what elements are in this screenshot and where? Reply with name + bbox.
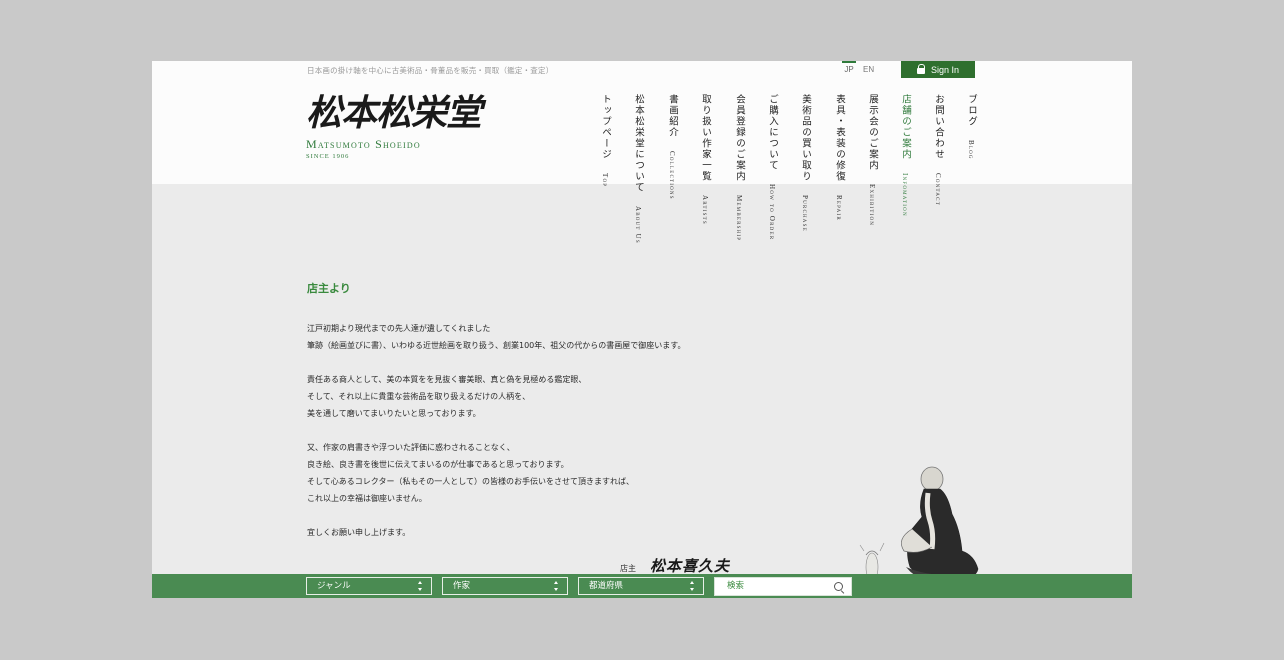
nav-label-en: About Us — [634, 206, 642, 244]
search-placeholder: 検索 — [727, 581, 745, 591]
artist-select-label: 作家 — [453, 581, 471, 591]
text-line: これ以上の幸福は御座いません。 — [307, 494, 427, 503]
nav-label-ja: トップページ — [600, 94, 611, 160]
nav-item-membership[interactable]: 会員登録のご案内 Membership — [730, 94, 749, 241]
logo-english: Matsumoto Shoeido — [306, 137, 421, 151]
sign-in-label: Sign In — [930, 64, 960, 75]
nav-label-en: Top — [601, 173, 609, 188]
nav-item-repair[interactable]: 表具・表装の修復 Repair — [830, 94, 849, 221]
logo-kanji: 松本松栄堂 — [306, 92, 482, 134]
nav-label-en: Repair — [835, 195, 843, 221]
nav-label-ja: 表具・表装の修復 — [834, 94, 845, 182]
nav-item-top[interactable]: トップページ Top — [596, 94, 615, 187]
text-line: 又、作家の肩書きや浮ついた評価に惑わされることなく、 — [307, 443, 515, 452]
nav-label-ja: 展示会のご案内 — [867, 94, 878, 171]
site-header: 日本画の掛け軸を中心に古美術品・骨董品を販売・買取（鑑定・査定） JP EN S… — [152, 61, 1132, 244]
nav-label-ja: 取り扱い作家一覧 — [700, 94, 711, 182]
nav-label-en: Contact — [934, 173, 942, 207]
header-tagline: 日本画の掛け軸を中心に古美術品・骨董品を販売・買取（鑑定・査定） — [307, 66, 554, 75]
prefecture-select-label: 都道府県 — [589, 581, 624, 591]
nav-label-ja: 書画紹介 — [667, 94, 678, 138]
text-line: 宜しくお願い申し上げます。 — [307, 528, 411, 537]
page-frame: 日本画の掛け軸を中心に古美術品・骨董品を販売・買取（鑑定・査定） JP EN S… — [152, 61, 1132, 598]
select-arrows-icon — [690, 581, 695, 591]
nav-item-information[interactable]: 店舗のご案内 Infomation — [896, 94, 915, 217]
text-line: そして心あるコレクター（私もその一人として）の皆様のお手伝いをさせて頂きますれば… — [307, 477, 635, 486]
nav-label-ja: お問い合わせ — [933, 94, 944, 160]
signature-name: 松本喜久夫 — [650, 557, 731, 575]
text-line: 責任ある商人として、美の本質をを見抜く審美眼、真と偽を見極める鑑定眼、 — [307, 375, 587, 384]
genre-select-label: ジャンル — [317, 581, 351, 591]
nav-label-ja: 会員登録のご案内 — [734, 94, 745, 182]
signature-label: 店主 — [620, 564, 636, 573]
nav-item-exhibition[interactable]: 展示会のご案内 Exhibition — [863, 94, 882, 226]
nav-label-ja: 店舗のご案内 — [900, 94, 911, 160]
section-title: 店主より — [307, 282, 351, 295]
search-bar: ジャンル 作家 都道府県 検索 — [152, 574, 1132, 598]
nav-label-en: Exhibition — [868, 184, 876, 227]
text-line: 江戸初期より現代までの先人達が遺してくれました — [307, 324, 491, 333]
paragraph: 江戸初期より現代までの先人達が遺してくれました 筆跡（絵画並びに書）、いわゆる近… — [307, 320, 827, 354]
nav-label-en: Purchase — [801, 195, 809, 232]
nav-item-artists[interactable]: 取り扱い作家一覧 Artists — [696, 94, 715, 225]
sign-in-button[interactable]: Sign In — [901, 61, 975, 78]
select-arrows-icon — [418, 581, 423, 591]
lock-icon — [916, 64, 926, 75]
nav-item-collections[interactable]: 書画紹介 Collections — [663, 94, 682, 200]
site-logo[interactable]: 松本松栄堂 Matsumoto Shoeido SINCE 1906 — [306, 92, 482, 160]
nav-label-ja: 松本松栄堂について — [633, 94, 644, 193]
search-icon[interactable] — [834, 582, 843, 591]
paragraph: 又、作家の肩書きや浮ついた評価に惑わされることなく、 良き絵、良き書を後世に伝え… — [307, 439, 827, 507]
prefecture-select[interactable]: 都道府県 — [578, 577, 704, 595]
lang-jp-link[interactable]: JP — [842, 61, 856, 74]
nav-label-en: Collections — [668, 151, 676, 200]
search-input[interactable]: 検索 — [714, 577, 852, 596]
nav-label-en: Artists — [701, 195, 709, 225]
nav-label-en: Infomation — [901, 173, 909, 217]
text-line: 良き絵、良き書を後世に伝えてまいるのが仕事であると思っております。 — [307, 460, 569, 469]
nav-label-en: Blog — [967, 140, 975, 160]
text-line: 筆跡（絵画並びに書）、いわゆる近世絵画を取り扱う、創業100年、祖父の代からの書… — [307, 341, 686, 350]
lang-en-link[interactable]: EN — [863, 63, 874, 74]
select-arrows-icon — [554, 581, 559, 591]
artist-select[interactable]: 作家 — [442, 577, 568, 595]
paragraph: 宜しくお願い申し上げます。 — [307, 524, 827, 541]
nav-label-ja: ブログ — [966, 94, 977, 127]
owner-message: 店主より 江戸初期より現代までの先人達が遺してくれました 筆跡（絵画並びに書）、… — [307, 280, 827, 558]
paragraph: 責任ある商人として、美の本質をを見抜く審美眼、真と偽を見極める鑑定眼、 そして、… — [307, 371, 827, 422]
owner-signature: 店主 松本喜久夫 — [620, 555, 730, 576]
text-line: 美を通して磨いてまいりたいと思っております。 — [307, 409, 481, 418]
nav-label-ja: ご購入について — [767, 94, 778, 171]
nav-item-how-to-order[interactable]: ご購入について How to Order — [763, 94, 782, 240]
nav-item-purchase[interactable]: 美術品の買い取り Purchase — [796, 94, 815, 232]
nav-label-ja: 美術品の買い取り — [800, 94, 811, 182]
nav-item-contact[interactable]: お問い合わせ Contact — [929, 94, 948, 206]
logo-since: SINCE 1906 — [306, 153, 350, 160]
nav-label-en: Membership — [735, 195, 743, 242]
nav-label-en: How to Order — [768, 184, 776, 241]
genre-select[interactable]: ジャンル — [306, 577, 432, 595]
text-line: そして、それ以上に貴重な芸術品を取り扱えるだけの人柄を、 — [307, 392, 531, 401]
nav-item-blog[interactable]: ブログ Blog — [962, 94, 981, 160]
nav-item-about[interactable]: 松本松栄堂について About Us — [629, 94, 648, 244]
